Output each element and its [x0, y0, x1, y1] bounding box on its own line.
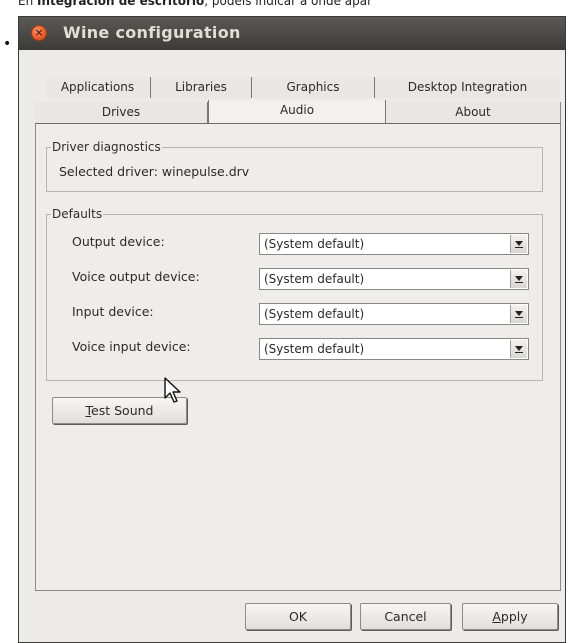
mouse-pointer-icon	[164, 377, 181, 403]
output-device-select[interactable]: (System default)	[259, 233, 529, 255]
caption-prefix: En	[18, 0, 38, 8]
close-icon[interactable]: ×	[31, 25, 47, 41]
voice-input-device-select[interactable]: (System default)	[259, 338, 529, 360]
titlebar: × Wine configuration	[19, 17, 565, 50]
bullet-icon: •	[3, 36, 12, 52]
apply-mnemonic: A	[492, 609, 501, 624]
driver-diagnostics-legend: Driver diagnostics	[52, 140, 161, 154]
tab-about[interactable]: About	[386, 102, 561, 123]
input-device-label: Input device:	[72, 304, 154, 319]
tab-desktop-integration[interactable]: Desktop Integration	[375, 77, 560, 98]
defaults-legend: Defaults	[52, 207, 103, 221]
output-device-label: Output device:	[72, 234, 165, 249]
apply-label: pply	[500, 609, 528, 624]
dropdown-arrow-icon[interactable]	[510, 270, 527, 288]
input-device-select[interactable]: (System default)	[259, 303, 529, 325]
voice-input-device-value: (System default)	[264, 342, 365, 356]
tab-audio[interactable]: Audio	[208, 100, 386, 124]
voice-input-device-label: Voice input device:	[72, 339, 191, 354]
test-sound-label: est Sound	[91, 403, 154, 418]
audio-tab-panel: Driver diagnostics Selected driver: wine…	[35, 123, 561, 591]
window-title: Wine configuration	[63, 23, 241, 42]
voice-output-device-label: Voice output device:	[72, 269, 200, 284]
output-device-value: (System default)	[264, 237, 365, 251]
caption-bold: Integración de escritorio	[37, 0, 205, 8]
dropdown-arrow-icon[interactable]	[510, 235, 527, 253]
voice-output-device-select[interactable]: (System default)	[259, 268, 529, 290]
input-device-value: (System default)	[264, 307, 365, 321]
apply-button[interactable]: Apply	[462, 603, 558, 630]
voice-output-device-value: (System default)	[264, 272, 365, 286]
wine-config-window: × Wine configuration Applications Librar…	[18, 16, 566, 643]
dropdown-arrow-icon[interactable]	[510, 340, 527, 358]
selected-driver-text: Selected driver: winepulse.drv	[59, 164, 250, 179]
dropdown-arrow-icon[interactable]	[510, 305, 527, 323]
cancel-button[interactable]: Cancel	[360, 603, 451, 630]
caption-suffix: , podeis indicar a onde apar	[204, 0, 373, 8]
page-caption: En Integración de escritorio, podeis ind…	[18, 0, 570, 8]
tab-applications[interactable]: Applications	[45, 77, 151, 98]
tab-drives[interactable]: Drives	[35, 102, 208, 123]
tab-graphics[interactable]: Graphics	[252, 77, 375, 98]
dialog-body: Applications Libraries Graphics Desktop …	[19, 50, 565, 642]
ok-button[interactable]: OK	[245, 603, 351, 630]
tab-libraries[interactable]: Libraries	[151, 77, 252, 98]
